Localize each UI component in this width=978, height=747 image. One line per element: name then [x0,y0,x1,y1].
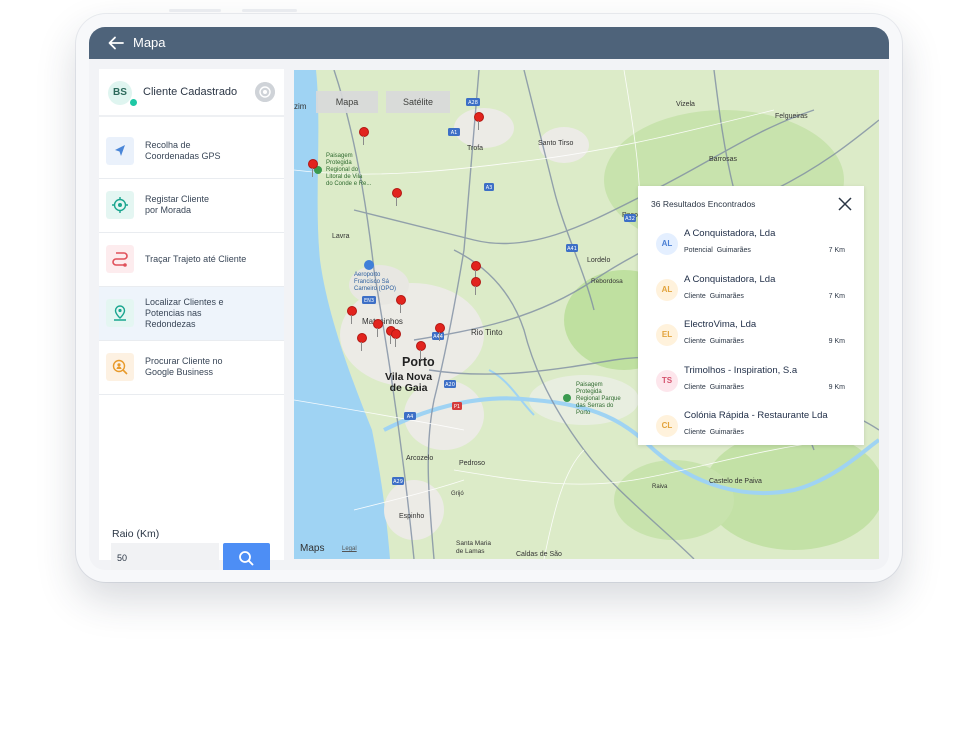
client-pin[interactable] [357,333,367,351]
client-pin[interactable] [347,306,357,324]
device-button [242,9,297,12]
result-meta: Cliente Guimarães [684,338,744,345]
menu-label: Procurar Cliente no Google Business [145,356,223,377]
result-meta: Cliente Guimarães [684,293,744,300]
client-pin[interactable] [359,127,369,145]
result-type: Cliente [684,338,706,345]
road-badge: A41 [567,246,577,252]
search-button[interactable] [223,543,270,570]
result-name: A Conquistadora, Lda [684,274,776,285]
road-badge: A3 [486,185,493,191]
app-bar: Mapa [89,27,889,59]
result-type: Potencial [684,247,713,254]
location-pin-icon [106,299,134,327]
result-distance: 9 Km [828,384,845,391]
road-badge: A4 [407,414,414,420]
close-icon[interactable] [837,196,853,212]
road-badge: A28 [468,100,478,106]
route-icon [106,245,134,273]
result-avatar: EL [656,324,678,346]
legal-link[interactable]: Legal [342,546,357,552]
road-badge: EN3 [364,298,374,304]
map-view[interactable]: Mapa Satélite Vizela Felgueiras Trofa Sa… [294,70,879,559]
search-icon [239,551,254,566]
result-item[interactable]: AL A Conquistadora, Lda Potencial Guimar… [638,228,864,273]
menu-label: Traçar Trajeto até Cliente [145,254,247,264]
result-distance: 9 Km [828,338,845,345]
result-type: Cliente [684,293,706,300]
result-avatar: AL [656,233,678,255]
road-badge: A32 [625,216,635,222]
client-pin[interactable] [474,112,484,130]
road-badge: A44 [433,334,443,340]
road-badge: A1 [451,130,458,136]
menu-item-route[interactable]: Traçar Trajeto até Cliente [99,233,284,287]
result-distance: 7 Km [828,247,845,254]
result-avatar: AL [656,279,678,301]
crosshair-target-icon [106,191,134,219]
menu-item-nearby[interactable]: Localizar Clientes e Potencias nas Redon… [99,287,284,341]
search-person-icon [106,353,134,381]
device-button [169,9,221,12]
client-pin[interactable] [391,329,401,347]
result-item[interactable]: TS Trimolhos - Inspiration, S.a Cliente … [638,365,864,410]
client-pin[interactable] [392,188,402,206]
result-meta: Cliente Guimarães [684,429,744,436]
client-profile[interactable]: BS Cliente Cadastrado [99,69,284,117]
result-avatar: CL [656,415,678,437]
page-title: Mapa [133,35,166,50]
road-badge: A29 [393,479,403,485]
result-city: Guimarães [709,384,744,391]
menu-label: Registar Cliente por Morada [145,194,210,215]
back-arrow-icon[interactable] [107,34,125,52]
client-pin[interactable] [416,341,426,359]
result-city: Guimarães [709,293,744,300]
sidebar: BS Cliente Cadastrado Recolha de Coorden… [99,69,284,570]
result-distance: 7 Km [828,293,845,300]
road-badge: P1 [454,404,460,410]
result-meta: Cliente Guimarães [684,384,744,391]
result-type: Cliente [684,429,706,436]
client-pin[interactable] [435,323,445,341]
navigation-arrow-icon [106,137,134,165]
client-pin[interactable] [471,261,481,279]
profile-name: Cliente Cadastrado [143,86,238,98]
result-city: Guimarães [709,338,744,345]
client-pin[interactable] [308,159,318,177]
client-pin[interactable] [373,319,383,337]
result-name: Trimolhos - Inspiration, S.a [684,365,798,376]
result-name: Colónia Rápida - Restaurante Lda [684,410,828,421]
result-type: Cliente [684,384,706,391]
result-city: Guimarães [716,247,751,254]
result-item[interactable]: EL ElectroVima, Lda Cliente Guimarães 9 … [638,319,864,364]
app-screen: Mapa BS Cliente Cadastrado Recolha de Co… [89,27,889,570]
menu-label: Localizar Clientes e Potencias nas Redon… [145,297,224,329]
menu-item-gps[interactable]: Recolha de Coordenadas GPS [99,125,284,179]
road-badge: A20 [445,382,455,388]
result-meta: Potencial Guimarães [684,247,751,254]
menu-label: Recolha de Coordenadas GPS [145,140,221,161]
result-name: ElectroVima, Lda [684,319,757,330]
result-item[interactable]: CL Colónia Rápida - Restaurante Lda Clie… [638,410,864,445]
gps-target-icon[interactable] [255,82,275,102]
radius-label: Raio (Km) [112,528,160,540]
client-pin[interactable] [471,277,481,295]
results-panel: 36 Resultados Encontrados AL A Conquista… [638,186,864,445]
radius-input[interactable] [111,543,219,570]
result-avatar: TS [656,370,678,392]
result-name: A Conquistadora, Lda [684,228,776,239]
menu-item-register-address[interactable]: Registar Cliente por Morada [99,179,284,233]
menu-item-google-business[interactable]: Procurar Cliente no Google Business [99,341,284,395]
result-city: Guimarães [709,429,744,436]
results-title: 36 Resultados Encontrados [651,199,756,209]
result-item[interactable]: AL A Conquistadora, Lda Cliente Guimarãe… [638,274,864,319]
client-pin[interactable] [396,295,406,313]
status-dot [129,98,138,107]
maps-attribution: Maps [300,543,325,554]
